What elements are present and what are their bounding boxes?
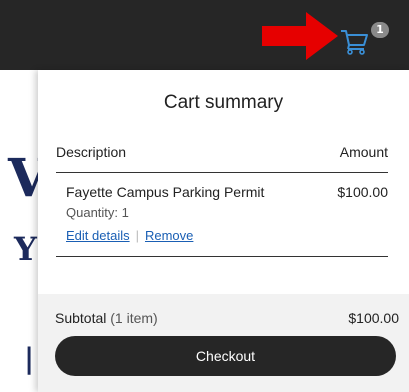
link-separator: |	[135, 228, 139, 243]
top-header-bar: 1	[0, 0, 409, 70]
subtotal-label: Subtotal (1 item)	[55, 310, 158, 326]
red-arrow-annotation	[262, 12, 338, 60]
item-actions: Edit details | Remove	[66, 228, 193, 243]
cart-summary-panel: Cart summary Description Amount Fayette …	[38, 70, 409, 392]
shopping-cart-icon	[341, 30, 368, 55]
description-column-header: Description	[56, 144, 127, 160]
cart-summary-title: Cart summary	[163, 92, 284, 113]
item-divider	[56, 256, 388, 257]
background-text-fragment: Y	[14, 230, 37, 268]
background-text-fragment: |	[24, 342, 35, 375]
item-price: $100.00	[337, 184, 388, 200]
remove-link[interactable]: Remove	[145, 228, 193, 243]
amount-column-header: Amount	[339, 144, 388, 160]
cart-button[interactable]: 1	[339, 22, 389, 56]
subtotal-item-count: (1 item)	[110, 310, 158, 326]
header-divider	[56, 172, 388, 173]
subtotal-text: Subtotal	[55, 310, 107, 326]
edit-details-link[interactable]: Edit details	[66, 228, 130, 243]
item-name: Fayette Campus Parking Permit	[66, 184, 265, 200]
cart-count-badge: 1	[371, 22, 389, 38]
background-page-fragment: V Y |	[0, 70, 48, 392]
subtotal-amount: $100.00	[348, 310, 399, 326]
item-quantity: Quantity: 1	[66, 205, 129, 220]
checkout-button[interactable]: Checkout	[55, 336, 396, 376]
